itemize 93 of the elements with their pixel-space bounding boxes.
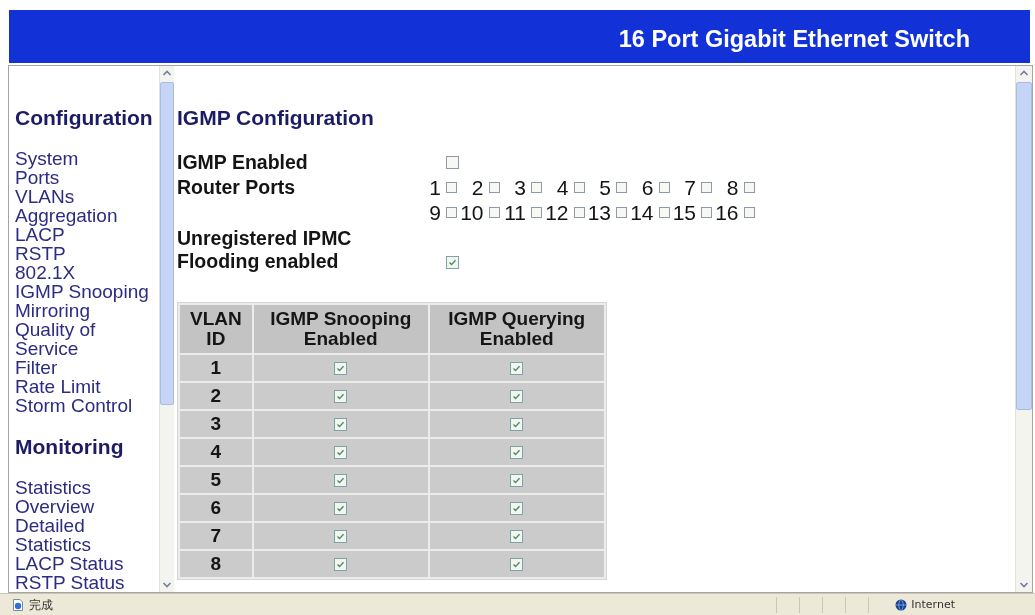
scrollbar[interactable] — [159, 66, 174, 592]
checkbox[interactable] — [510, 445, 524, 459]
field-label: Unregistered IPMC Flooding enabled — [177, 227, 353, 273]
checkbox[interactable] — [446, 156, 459, 169]
status-text: 完成 — [29, 596, 53, 613]
field-label: Router Ports — [177, 175, 297, 200]
checkbox[interactable] — [488, 207, 500, 218]
port-label: 11 — [503, 201, 526, 224]
port-label: 9 — [428, 201, 441, 224]
sidebar-link[interactable]: Aggregation — [15, 206, 118, 225]
scrollbar[interactable] — [1015, 66, 1032, 592]
sidebar-link[interactable]: Storm Control — [15, 396, 133, 415]
checkbox[interactable] — [510, 361, 524, 375]
table-cell: 3 — [180, 411, 252, 437]
port-label: 4 — [555, 176, 569, 199]
checkbox[interactable] — [573, 207, 585, 218]
checkbox[interactable] — [701, 207, 712, 218]
checkbox[interactable] — [488, 182, 500, 193]
zone-text: Internet — [911, 597, 955, 612]
checkbox[interactable] — [531, 182, 542, 193]
sidebar-link[interactable]: RSTP Status — [15, 573, 125, 592]
page-icon — [12, 598, 24, 611]
table-cell: 6 — [180, 495, 252, 521]
checkbox[interactable] — [743, 182, 755, 193]
checkbox[interactable] — [446, 207, 457, 218]
sidebar-link[interactable]: VLANs — [15, 187, 75, 206]
port-label: 1 — [428, 176, 441, 199]
field-label: IGMP Enabled — [177, 150, 309, 175]
checkbox[interactable] — [531, 207, 542, 218]
checkbox[interactable] — [334, 473, 348, 487]
sidebar-link[interactable]: 802.1X — [15, 263, 76, 282]
table-cell: 1 — [180, 355, 252, 381]
sidebar-link[interactable]: Rate Limit — [15, 377, 101, 396]
sidebar-link[interactable]: Detailed Statistics — [15, 516, 155, 554]
checkbox[interactable] — [743, 207, 755, 218]
port-label: 7 — [683, 176, 696, 199]
port-label: 8 — [725, 176, 739, 199]
sidebar-link[interactable]: RSTP — [15, 244, 66, 263]
checkbox[interactable] — [446, 182, 457, 193]
checkbox[interactable] — [510, 557, 524, 571]
sidebar-link[interactable]: Quality of Service — [15, 320, 155, 358]
port-label: 3 — [513, 176, 526, 199]
column-header: IGMP Querying Enabled — [429, 305, 604, 353]
port-label: 5 — [598, 176, 611, 199]
checkbox[interactable] — [334, 445, 348, 459]
sidebar-link[interactable]: Statistics Overview — [15, 478, 155, 516]
checkbox[interactable] — [616, 207, 627, 218]
port-label: 10 — [459, 201, 484, 224]
column-header: IGMP Snooping Enabled — [253, 305, 428, 353]
table-cell: 4 — [180, 439, 252, 465]
checkbox[interactable] — [510, 417, 524, 431]
checkbox[interactable] — [510, 501, 524, 515]
port-label: 13 — [586, 201, 611, 224]
checkbox[interactable] — [334, 529, 348, 543]
checkbox[interactable] — [334, 557, 348, 571]
page-title: 16 Port Gigabit Ethernet Switch — [618, 24, 970, 53]
port-label: 12 — [544, 201, 569, 224]
checkbox[interactable] — [701, 182, 712, 193]
sidebar-link[interactable]: System — [15, 149, 79, 168]
scrollbar-thumb[interactable] — [1016, 82, 1032, 410]
port-label: 2 — [470, 176, 484, 199]
sidebar-heading: Configuration — [15, 107, 154, 129]
checkbox[interactable] — [334, 361, 348, 375]
port-label: 14 — [629, 201, 654, 224]
checkbox[interactable] — [510, 529, 524, 543]
sidebar-link[interactable]: LACP Status — [15, 554, 124, 573]
checkbox[interactable] — [510, 389, 524, 403]
table-cell: 7 — [180, 523, 252, 549]
port-label: 15 — [671, 201, 696, 224]
checkbox[interactable] — [510, 473, 524, 487]
port-label: 16 — [714, 201, 739, 224]
table-cell: 5 — [180, 467, 252, 493]
checkbox[interactable] — [573, 182, 585, 193]
scrollbar-thumb[interactable] — [160, 82, 174, 405]
checkbox[interactable] — [446, 256, 459, 269]
sidebar-link[interactable]: LACP — [15, 225, 65, 244]
section-title: IGMP Configuration — [177, 107, 374, 129]
table-cell: 2 — [180, 383, 252, 409]
sidebar-link[interactable]: Ports — [15, 168, 60, 187]
checkbox[interactable] — [616, 182, 627, 193]
sidebar-heading: Monitoring — [15, 436, 125, 458]
sidebar-link[interactable]: IGMP Snooping — [15, 282, 149, 301]
checkbox[interactable] — [334, 501, 348, 515]
port-label: 6 — [640, 176, 654, 199]
sidebar-link[interactable]: Mirroring — [15, 301, 90, 320]
table-cell: 8 — [180, 551, 252, 577]
column-header: VLAN ID — [180, 305, 252, 353]
checkbox[interactable] — [334, 389, 348, 403]
globe-icon — [895, 598, 908, 611]
checkbox[interactable] — [658, 182, 670, 193]
sidebar-link[interactable]: Filter — [15, 358, 58, 377]
checkbox[interactable] — [658, 207, 670, 218]
checkbox[interactable] — [334, 417, 348, 431]
